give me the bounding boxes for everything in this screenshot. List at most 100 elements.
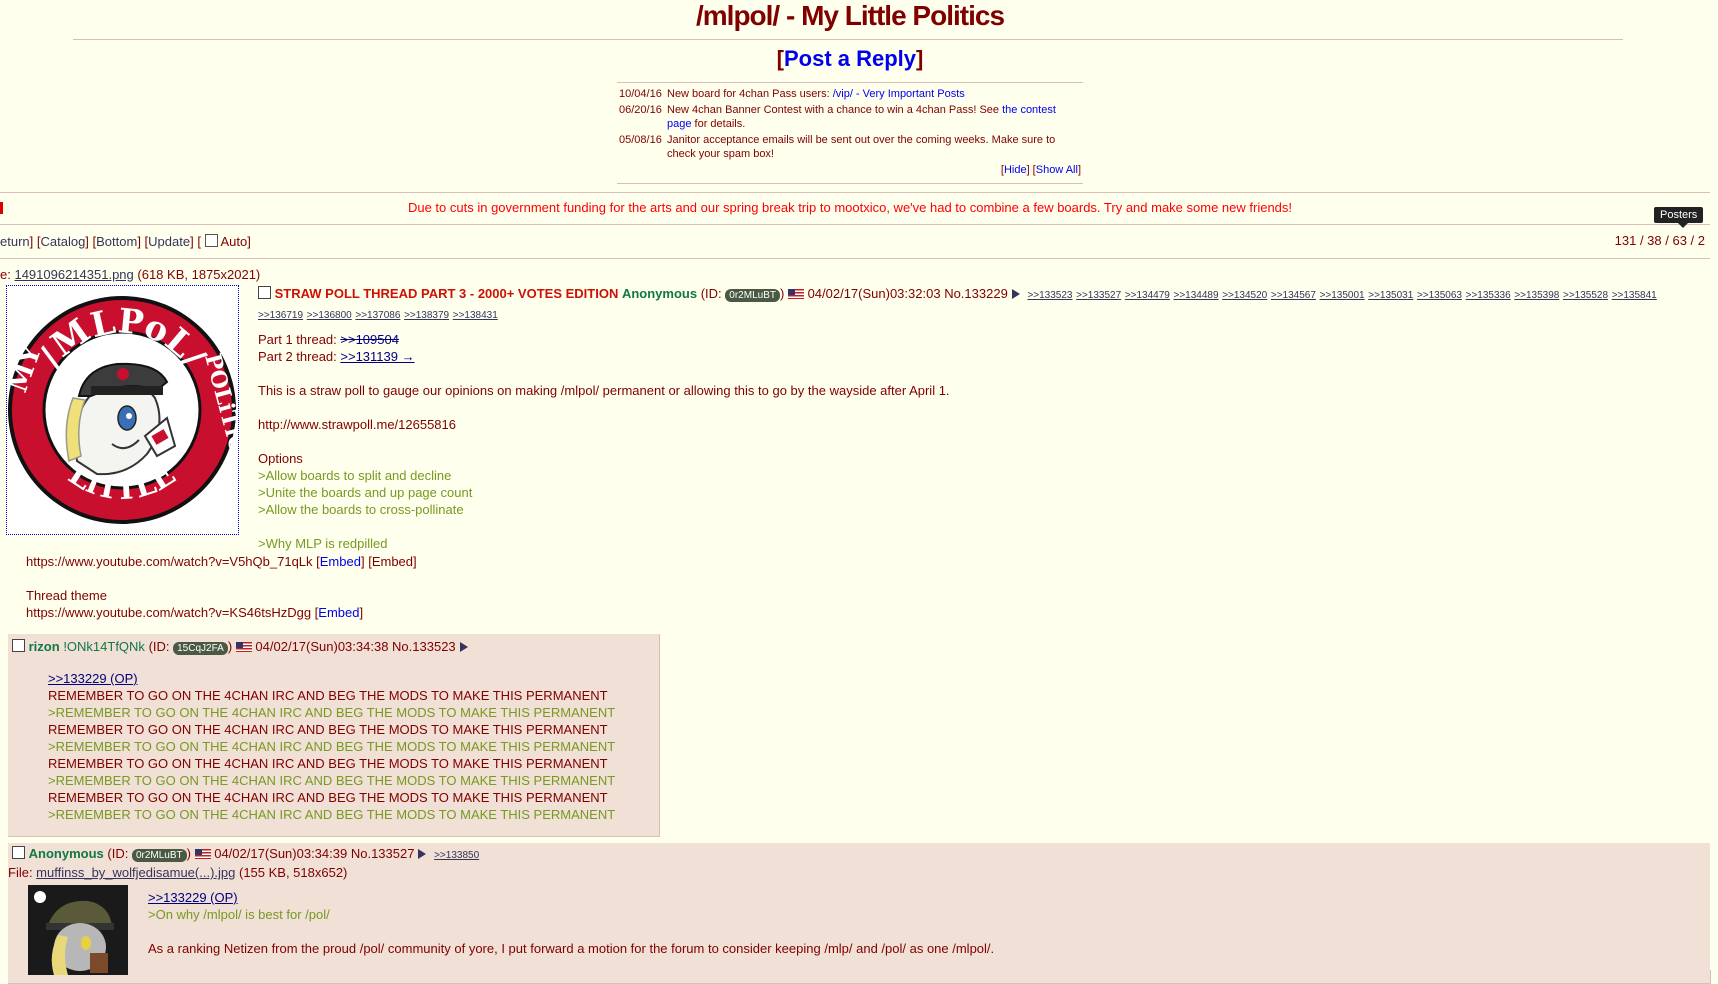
nav-divider bbox=[0, 258, 1710, 259]
embed-button[interactable]: Embed bbox=[318, 605, 359, 620]
reply-thumbnail[interactable] bbox=[28, 885, 128, 975]
reply-file-info: File: muffinss_by_wolfjedisamue(...).jpg… bbox=[8, 865, 348, 880]
post-menu-arrow-icon[interactable] bbox=[418, 849, 427, 859]
op-backlink[interactable]: >>134520 bbox=[1222, 290, 1267, 301]
op-backlink[interactable]: >>138431 bbox=[453, 310, 498, 321]
reply-post: Anonymous (ID: 0r2MLuBT) 04/02/17(Sun)03… bbox=[8, 843, 1711, 984]
reply-datetime: 04/02/17(Sun)03:34:38 bbox=[255, 639, 389, 654]
news-date: 10/04/16 bbox=[619, 88, 662, 100]
news-text: New 4chan Banner Contest with a chance t… bbox=[667, 104, 1056, 130]
options-title: Options bbox=[258, 451, 303, 466]
op-backlink[interactable]: >>134489 bbox=[1174, 290, 1219, 301]
news-item: 06/20/16 New 4chan Banner Contest with a… bbox=[617, 102, 1083, 132]
thread-stats: 131 / 38 / 63 / 2 bbox=[1614, 233, 1705, 248]
news-text: New board for 4chan Pass users: /vip/ - … bbox=[667, 88, 965, 100]
op-video-links: https://www.youtube.com/watch?v=V5hQb_71… bbox=[26, 554, 417, 620]
embed-label: Embed bbox=[371, 554, 414, 569]
post-menu-arrow-icon[interactable] bbox=[459, 642, 468, 652]
op-poster-name: Anonymous bbox=[621, 286, 698, 301]
youtube-url-2: https://www.youtube.com/watch?v=KS46tsHz… bbox=[26, 605, 312, 620]
nav-return-link[interactable]: eturn bbox=[0, 234, 30, 249]
news-divider-top bbox=[617, 82, 1083, 83]
part1-thread-link[interactable]: >>109504 bbox=[340, 332, 399, 347]
option-item: >Allow the boards to cross-pollinate bbox=[258, 502, 464, 517]
reply-post-info: Anonymous (ID: 0r2MLuBT) 04/02/17(Sun)03… bbox=[12, 845, 479, 865]
op-post-number[interactable]: No.133229 bbox=[944, 286, 1008, 301]
page-edge bbox=[1710, 0, 1718, 970]
reply-post-number[interactable]: No.133523 bbox=[392, 639, 456, 654]
post-menu-arrow-icon[interactable] bbox=[1011, 289, 1020, 299]
reply-select-checkbox[interactable] bbox=[12, 846, 25, 859]
op-backlink[interactable]: >>135336 bbox=[1466, 290, 1511, 301]
op-quote-link[interactable]: >>133229 (OP) bbox=[148, 890, 238, 905]
news-show-all-button[interactable]: Show All bbox=[1036, 164, 1078, 176]
op-file-info: e: 1491096214351.png (618 KB, 1875x2021) bbox=[0, 267, 261, 282]
auto-label: Auto bbox=[220, 234, 248, 249]
reply-poster-name: rizon bbox=[28, 639, 60, 654]
embed-button[interactable]: Embed bbox=[320, 554, 361, 569]
part2-thread-link[interactable]: >>131139 → bbox=[340, 349, 414, 364]
bracket-left: [ bbox=[776, 46, 784, 71]
reply-file-meta: (155 KB, 518x652) bbox=[238, 865, 348, 880]
nav-bottom-link[interactable]: Bottom bbox=[96, 234, 137, 249]
reply-select-checkbox[interactable] bbox=[12, 639, 25, 652]
news-divider-bottom bbox=[617, 183, 1083, 184]
news-item: 05/08/16 Janitor acceptance emails will … bbox=[617, 132, 1083, 162]
op-backlink[interactable]: >>137086 bbox=[355, 310, 400, 321]
op-backlink[interactable]: >>135063 bbox=[1417, 290, 1462, 301]
op-backlink[interactable]: >>134567 bbox=[1271, 290, 1316, 301]
reply-backlink[interactable]: >>133850 bbox=[434, 850, 479, 861]
announcement-divider-bottom bbox=[0, 224, 1710, 225]
reply-tripcode: !ONk14TfQNk bbox=[63, 639, 145, 654]
posters-tooltip: Posters bbox=[1654, 207, 1704, 228]
news-link-vip[interactable]: /vip/ - Very Important Posts bbox=[833, 88, 965, 100]
op-backlink[interactable]: >>135001 bbox=[1320, 290, 1365, 301]
thread-nav: eturn] [Catalog] [Bottom] [Update] [ Aut… bbox=[0, 234, 251, 249]
redpill-greentext: >Why MLP is redpilled bbox=[258, 536, 388, 551]
news-hide-button[interactable]: Hide bbox=[1004, 164, 1027, 176]
reply-post: rizon !ONk14TfQNk (ID: 15CqJ2FA) 04/02/1… bbox=[8, 634, 660, 837]
op-backlink[interactable]: >>133527 bbox=[1076, 290, 1121, 301]
strawpoll-url: http://www.strawpoll.me/12655816 bbox=[258, 417, 456, 432]
news-date: 06/20/16 bbox=[619, 104, 662, 116]
op-comment: Part 1 thread: >>109504 Part 2 thread: >… bbox=[258, 331, 1658, 552]
post-reply-link[interactable]: Post a Reply bbox=[784, 46, 916, 71]
nav-update-link[interactable]: Update bbox=[148, 234, 190, 249]
op-file-link[interactable]: 1491096214351.png bbox=[14, 267, 133, 282]
op-backlink[interactable]: >>133523 bbox=[1027, 290, 1072, 301]
mlpol-logo: /MLPoL/ LiTTLE MY POLiTiCS bbox=[3, 296, 255, 524]
op-poster-id[interactable]: 0r2MLuBT bbox=[725, 289, 780, 302]
op-backlink[interactable]: >>135031 bbox=[1368, 290, 1413, 301]
op-backlink[interactable]: >>135528 bbox=[1563, 290, 1608, 301]
announcement-divider-top bbox=[0, 192, 1710, 193]
pony-thumbnail-icon bbox=[28, 885, 128, 975]
op-backlink[interactable]: >>136719 bbox=[258, 310, 303, 321]
op-thumbnail[interactable]: /MLPoL/ LiTTLE MY POLiTiCS bbox=[3, 285, 255, 535]
news-controls: [Hide] [Show All] bbox=[1000, 164, 1081, 176]
op-quote-link[interactable]: >>133229 (OP) bbox=[48, 671, 138, 686]
op-backlink[interactable]: >>138379 bbox=[404, 310, 449, 321]
nav-catalog-link[interactable]: Catalog bbox=[40, 234, 85, 249]
reply-poster-id[interactable]: 15CqJ2FA bbox=[173, 642, 228, 655]
reply-poster-id[interactable]: 0r2MLuBT bbox=[131, 849, 187, 862]
op-subject: STRAW POLL THREAD PART 3 - 2000+ VOTES E… bbox=[274, 286, 619, 301]
thread-theme-label: Thread theme bbox=[26, 588, 107, 603]
us-flag-icon bbox=[787, 289, 804, 299]
reply-comment: >>133229 (OP) >On why /mlpol/ is best fo… bbox=[148, 889, 994, 957]
post-reply-container: [Post a Reply] bbox=[0, 46, 1700, 72]
op-select-checkbox[interactable] bbox=[258, 286, 271, 299]
reply-post-info: rizon !ONk14TfQNk (ID: 15CqJ2FA) 04/02/1… bbox=[12, 638, 472, 656]
us-flag-icon bbox=[235, 642, 252, 652]
op-backlink[interactable]: >>136800 bbox=[307, 310, 352, 321]
option-item: >Unite the boards and up page count bbox=[258, 485, 473, 500]
announcement: Due to cuts in government funding for th… bbox=[407, 200, 1293, 215]
auto-update-checkbox[interactable] bbox=[204, 234, 218, 247]
news-text: Janitor acceptance emails will be sent o… bbox=[667, 134, 1056, 160]
op-backlink[interactable]: >>135841 bbox=[1612, 290, 1657, 301]
reply-file-link[interactable]: muffinss_by_wolfjedisamue(...).jpg bbox=[36, 865, 235, 880]
reply-post-number[interactable]: No.133527 bbox=[351, 846, 415, 861]
op-file-meta: (618 KB, 1875x2021) bbox=[137, 267, 261, 282]
header-divider bbox=[73, 39, 1623, 40]
op-backlink[interactable]: >>134479 bbox=[1125, 290, 1170, 301]
op-backlink[interactable]: >>135398 bbox=[1514, 290, 1559, 301]
